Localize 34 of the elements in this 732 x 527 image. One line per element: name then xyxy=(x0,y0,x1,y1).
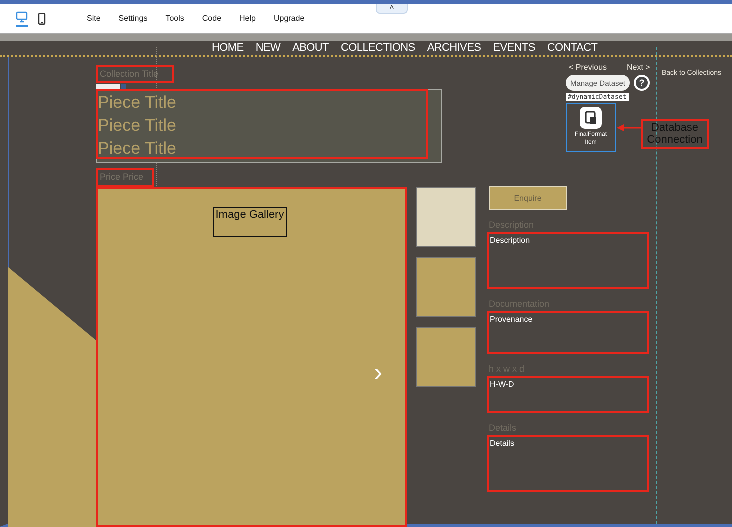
menu-item[interactable]: Settings xyxy=(118,14,148,23)
nav-link[interactable]: HOME xyxy=(212,42,244,54)
nav-link[interactable]: COLLECTIONS xyxy=(340,42,416,54)
menu-item[interactable]: Help xyxy=(240,14,256,23)
database-icon xyxy=(580,107,602,129)
menu-item[interactable]: Code xyxy=(202,14,222,23)
thumbnail[interactable] xyxy=(416,187,476,247)
piece-title: Piece Title xyxy=(98,115,176,137)
annotation-label: Database Connection xyxy=(641,119,709,149)
help-button[interactable]: ? xyxy=(634,75,650,91)
nav-link[interactable]: NEW xyxy=(256,42,281,54)
nav-link[interactable]: ABOUT xyxy=(292,42,329,54)
text-box: Description xyxy=(487,232,649,289)
nav-link[interactable]: EVENTS xyxy=(493,42,536,54)
nav-link[interactable]: ARCHIVES xyxy=(427,42,482,54)
menu-item[interactable]: Site xyxy=(87,14,101,23)
nav-link[interactable]: CONTACT xyxy=(547,42,598,54)
piece-title: Piece Title xyxy=(98,138,176,160)
text-box: Details xyxy=(487,435,649,492)
desktop-icon[interactable] xyxy=(16,10,28,26)
text-box: Provenance xyxy=(487,311,649,354)
menu-item[interactable]: Tools xyxy=(166,14,184,23)
annotation-arrow xyxy=(617,124,643,132)
collapse-button[interactable]: ˄ xyxy=(376,4,408,14)
mobile-icon[interactable] xyxy=(38,12,46,24)
piece-title: Piece Title xyxy=(98,92,176,114)
thumbnail[interactable] xyxy=(416,257,476,317)
menu-item[interactable]: Upgrade xyxy=(274,14,305,23)
next-link[interactable]: Next > xyxy=(627,63,650,72)
element-tag xyxy=(96,84,126,89)
gallery-label: Image Gallery xyxy=(213,207,287,237)
previous-link[interactable]: < Previous xyxy=(569,63,608,72)
text-box: H-W-D xyxy=(487,376,649,413)
thumbnail[interactable] xyxy=(416,327,476,387)
